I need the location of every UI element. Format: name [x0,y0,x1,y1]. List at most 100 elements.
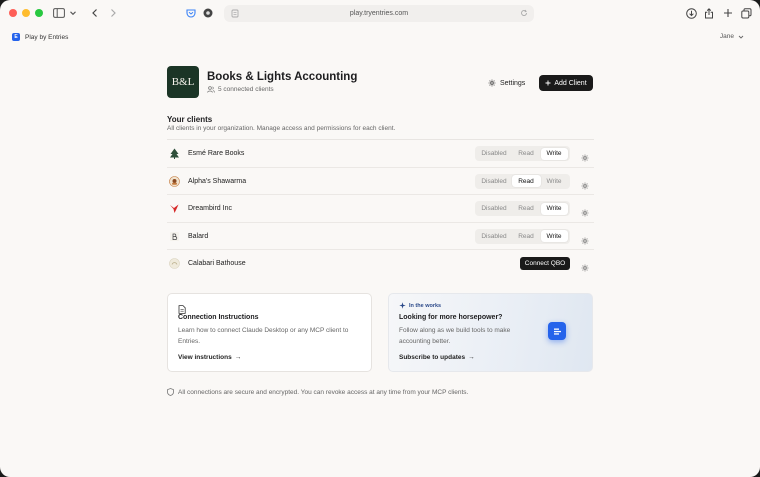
permission-selector: Disabled Read Write [475,173,570,189]
user-name: Jane [719,33,734,40]
client-row: Dreambird Inc Disabled Read Write [167,195,594,223]
in-the-works-badge: In the works [399,302,441,309]
security-note-text: All connections are secure and encrypted… [178,388,469,396]
client-name: Esmé Rare Books [188,150,245,157]
client-settings-gear-icon[interactable] [581,204,589,222]
subscribe-link[interactable]: Subscribe to updates → [399,354,475,361]
client-name: Calabari Bathouse [188,260,246,268]
entries-logo-icon: E [12,33,20,41]
permission-option-disabled[interactable]: Disabled [477,230,512,242]
entries-app-icon [548,322,566,340]
permission-option-read[interactable]: Read [511,175,541,188]
shield-icon [167,388,174,396]
monogram-logo [169,231,180,242]
close-window-button[interactable] [9,9,17,17]
add-client-button[interactable]: Add Client [539,75,593,91]
sparkle-icon [399,302,406,309]
card-description: Learn how to connect Claude Desktop or a… [178,327,349,345]
permission-option-disabled[interactable]: Disabled [477,203,512,215]
sidebar-toggle-icon[interactable] [52,6,66,20]
minimize-window-button[interactable] [22,9,30,17]
client-name: Dreambird Inc [188,205,232,213]
back-icon[interactable] [88,6,102,20]
permission-selector: Disabled Read Write [475,228,570,244]
permission-option-write[interactable]: Write [541,175,568,187]
section-title: Your clients [167,115,213,124]
view-instructions-link[interactable]: View instructions → [178,354,241,361]
badge-label: In the works [409,302,442,309]
user-menu[interactable]: Jane [720,33,744,40]
download-icon[interactable] [684,6,698,20]
connect-qbo-button[interactable]: Connect QBO [520,257,570,271]
permission-option-write[interactable]: Write [540,202,568,215]
client-row: Balard Disabled Read Write [167,223,594,251]
link-label: Subscribe to updates [399,354,466,361]
settings-button[interactable]: Settings [488,75,525,91]
maximize-window-button[interactable] [35,9,43,17]
link-label: View instructions [178,354,232,361]
chevron-down-icon[interactable] [66,6,80,20]
extension-icon[interactable] [201,6,215,20]
security-note: All connections are secure and encrypted… [167,388,468,396]
section-subtitle: All clients in your organization. Manage… [167,125,396,132]
forward-icon[interactable] [106,6,120,20]
browser-toolbar: play.tryentries.com [0,0,760,28]
client-row: Esmé Rare Books Disabled Read Write [167,140,594,168]
connection-instructions-card: Connection Instructions Learn how to con… [167,293,372,372]
info-cards: Connection Instructions Learn how to con… [167,293,594,372]
bird-logo [169,203,180,214]
permission-option-disabled[interactable]: Disabled [477,148,512,160]
card-title: Connection Instructions [178,314,259,321]
client-settings-gear-icon[interactable] [581,177,589,195]
org-logo: B&L [167,66,199,98]
org-name: Books & Lights Accounting [207,71,358,83]
client-row: Alpha's Shawarma Disabled Read Write [167,168,594,196]
connected-count-label: 5 connected clients [218,86,274,93]
permission-option-disabled[interactable]: Disabled [477,175,512,187]
tree-logo [169,148,180,159]
plus-icon [545,80,551,86]
in-the-works-card: In the works Looking for more horsepower… [388,293,593,372]
org-header: B&L Books & Lights Accounting 5 connecte… [167,66,594,100]
permission-option-write[interactable]: Write [540,230,568,243]
permission-option-read[interactable]: Read [512,203,541,215]
gear-icon [488,79,496,87]
chevron-down-icon [738,35,744,39]
reload-icon[interactable] [520,9,528,19]
client-name: Balard [188,232,209,240]
pocket-icon[interactable] [184,6,198,20]
new-tab-icon[interactable] [721,6,735,20]
tab-overview-icon[interactable] [739,6,753,20]
brand-link[interactable]: E Play by Entries [12,33,68,41]
settings-label: Settings [500,79,526,87]
permission-option-read[interactable]: Read [512,148,541,160]
client-settings-gear-icon[interactable] [581,232,589,250]
share-icon[interactable] [702,6,716,20]
client-name: Alpha's Shawarma [188,177,247,185]
client-settings-gear-icon[interactable] [581,259,589,277]
brand-label: Play by Entries [25,33,69,41]
page-settings-icon[interactable] [231,9,239,20]
card-description: Follow along as we build tools to make a… [399,327,511,345]
window-controls [9,9,43,17]
url-text: play.tryentries.com [349,10,409,17]
permission-selector: Disabled Read Write [475,201,570,217]
client-row: Calabari Bathouse Connect QBO [167,250,594,278]
permission-selector: Disabled Read Write [475,146,570,161]
main-content: B&L Books & Lights Accounting 5 connecte… [167,66,594,396]
card-title: Looking for more horsepower? [399,314,503,321]
app-header: E Play by Entries Jane [0,30,760,46]
round-logo [169,175,180,187]
browser-window: play.tryentries.com E Play by Entries Ja… [0,0,760,477]
permission-option-write[interactable]: Write [540,147,568,160]
users-icon [207,86,215,93]
permission-option-read[interactable]: Read [512,230,541,242]
client-settings-gear-icon[interactable] [581,149,589,167]
connected-clients-count: 5 connected clients [207,86,274,93]
arrow-right-icon: → [234,354,242,361]
address-bar[interactable]: play.tryentries.com [224,5,534,22]
clients-list: Esmé Rare Books Disabled Read Write Alph… [167,139,594,278]
arrow-right-icon: → [468,354,475,361]
add-client-label: Add Client [554,79,587,87]
round-logo [169,258,180,270]
